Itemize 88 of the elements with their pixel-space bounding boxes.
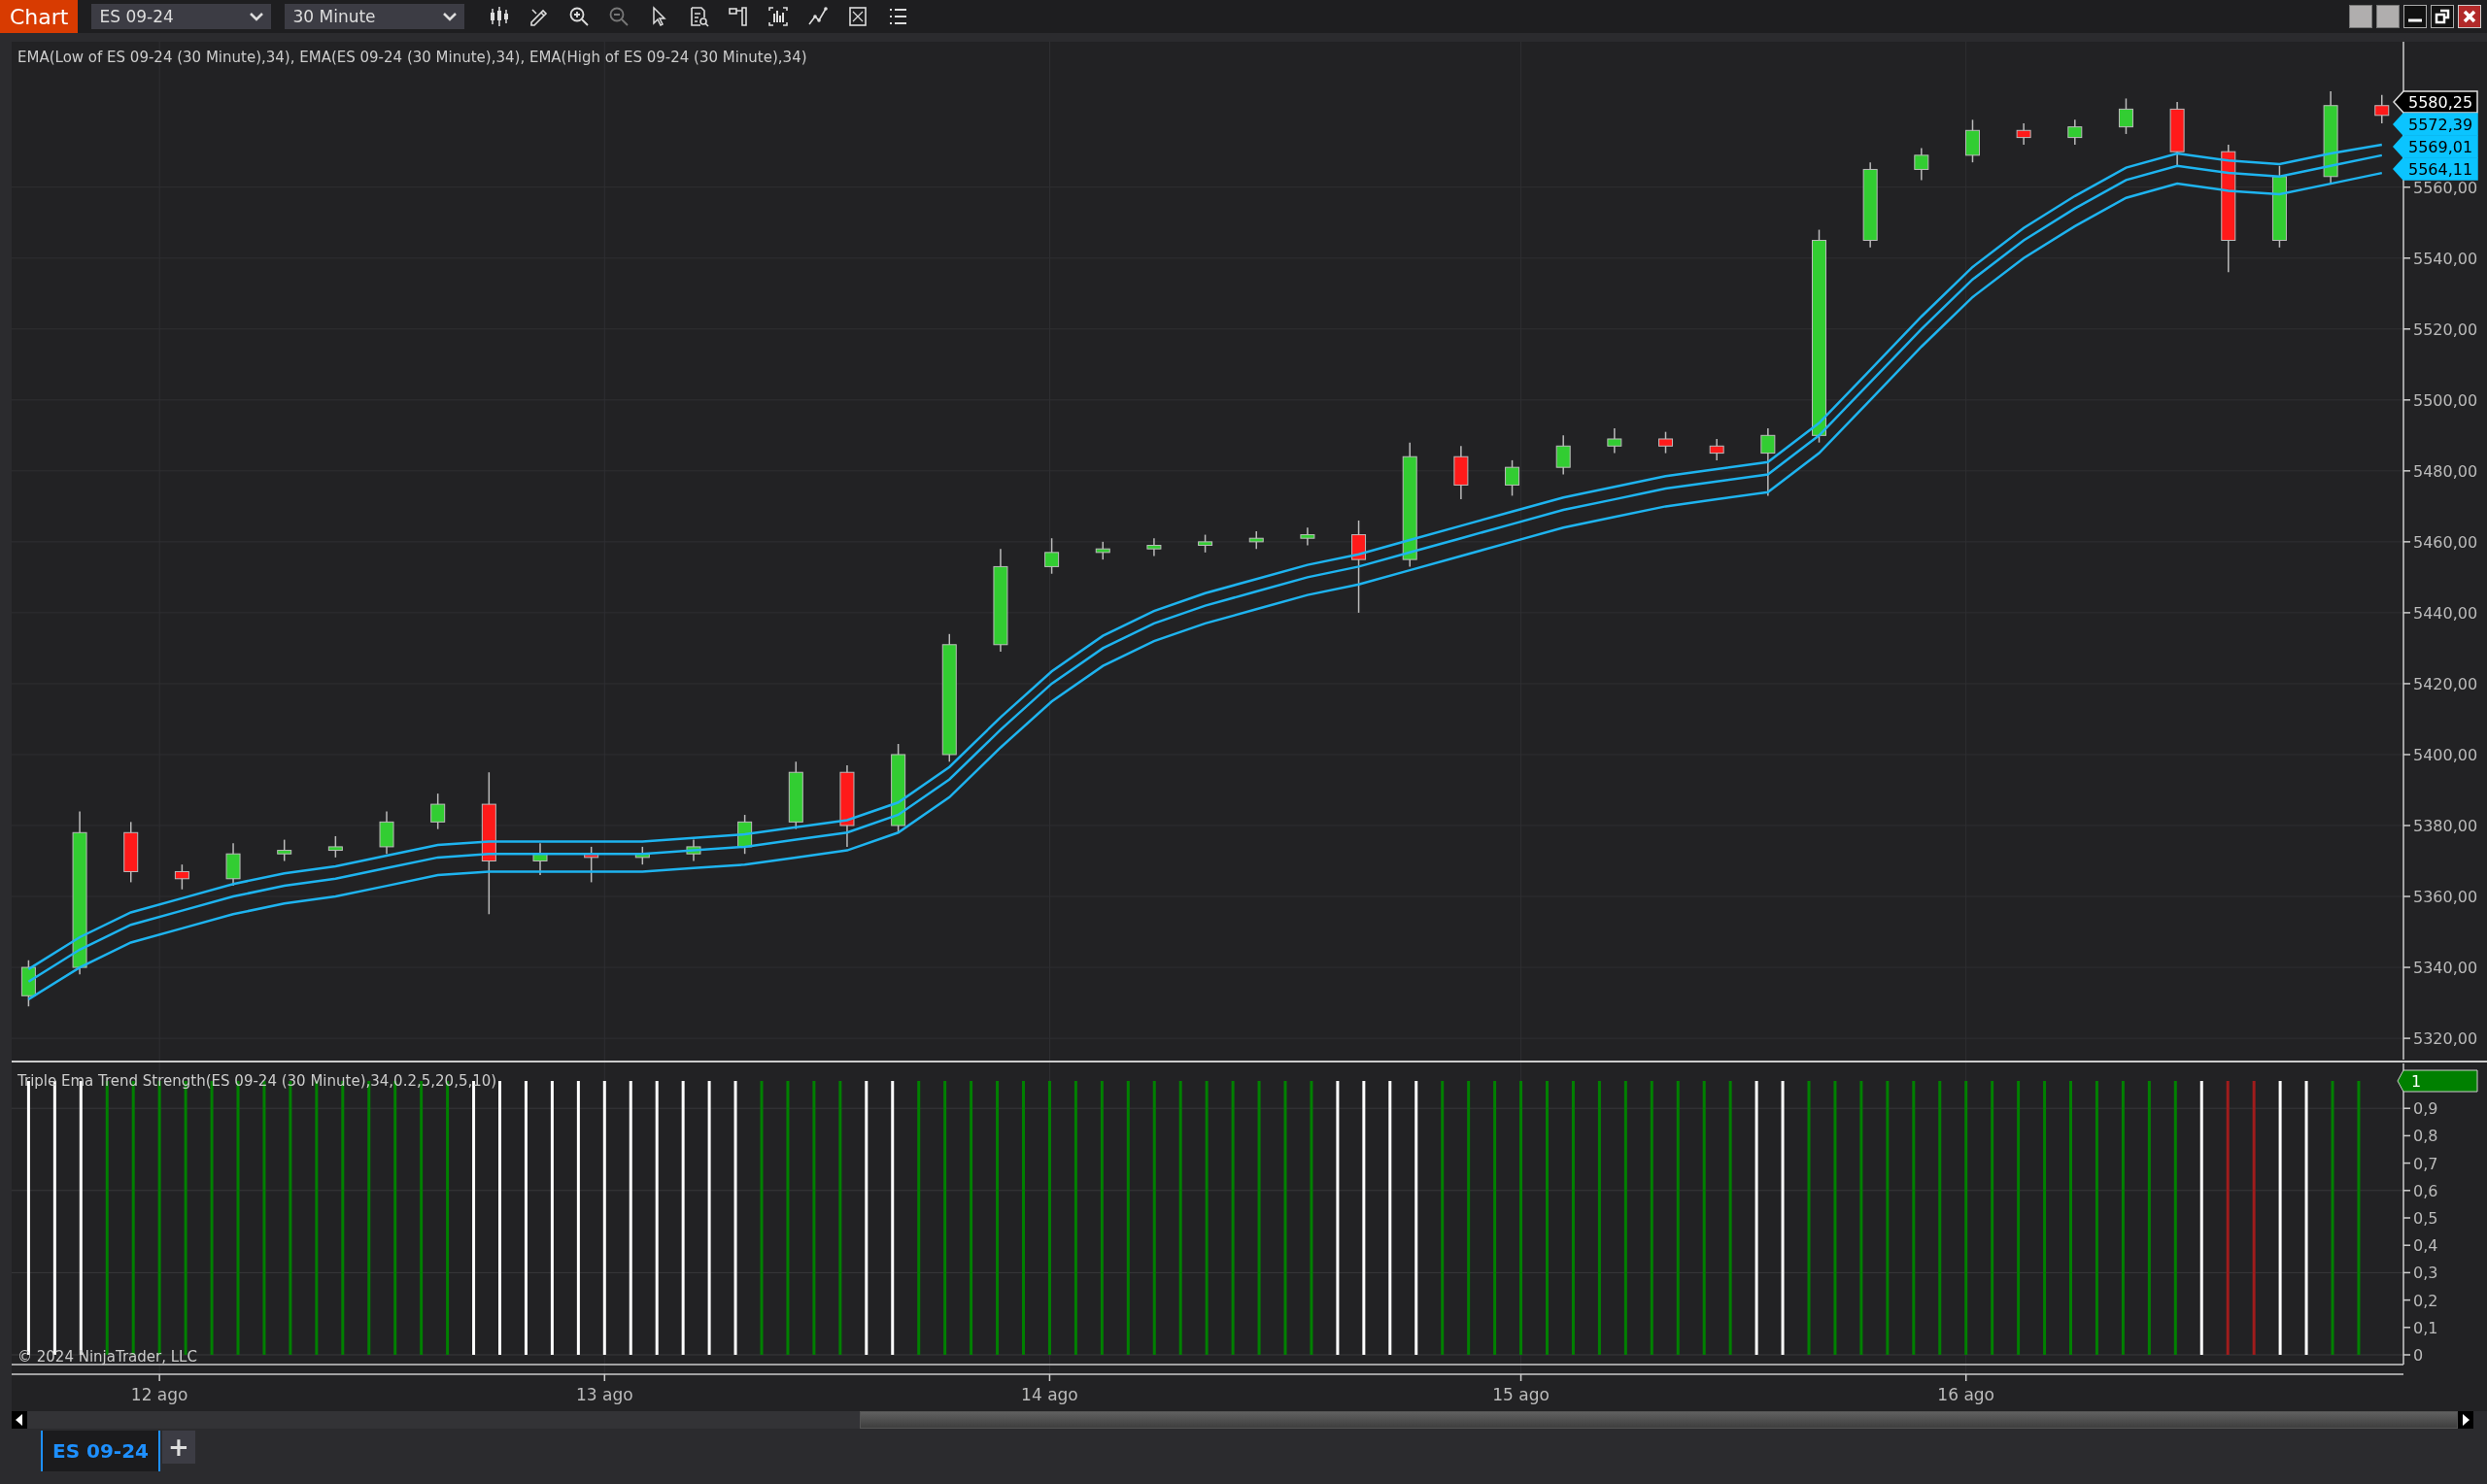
- candlestick: [788, 760, 803, 830]
- candlestick: [430, 793, 446, 830]
- price-axis-label: 5360,00: [2413, 888, 2478, 907]
- candlestick: [379, 810, 394, 855]
- bar-chart-icon[interactable]: [767, 5, 791, 28]
- candlestick: [1658, 430, 1673, 455]
- indicator-marker: 1: [2397, 1069, 2478, 1093]
- candlestick: [532, 842, 548, 876]
- minimize-button[interactable]: [2403, 5, 2427, 28]
- right-arrow-icon[interactable]: [2462, 1414, 2470, 1426]
- price-axis-label: 5480,00: [2413, 461, 2478, 481]
- indicator-axis-label: 0,3: [2413, 1264, 2438, 1283]
- indicator-axis-label: 0,8: [2413, 1127, 2438, 1146]
- chart-tab[interactable]: ES 09-24: [41, 1431, 160, 1471]
- candlestick: [2067, 118, 2083, 146]
- minimize-icon: [2408, 18, 2422, 22]
- price-axis-label: 5440,00: [2413, 603, 2478, 623]
- indicator-axis-label: 0,2: [2413, 1291, 2438, 1310]
- candlestick: [686, 838, 701, 862]
- candlestick: [123, 821, 139, 884]
- indicator-axis-label: 0,9: [2413, 1099, 2438, 1119]
- candlestick: [1505, 459, 1520, 497]
- price-axis-label: 5540,00: [2413, 249, 2478, 268]
- price-marker: 5580,25: [2393, 90, 2478, 114]
- restore-button[interactable]: [2431, 5, 2454, 28]
- candlestick: [1914, 147, 1929, 182]
- candlestick: [20, 960, 36, 1007]
- price-axis-label: 5340,00: [2413, 959, 2478, 978]
- candlestick: [277, 838, 292, 862]
- candlestick: [1453, 445, 1469, 500]
- instrument-dropdown[interactable]: ES 09-24: [91, 4, 272, 29]
- candlestick: [2016, 122, 2031, 146]
- indicator-axis-label: 0,7: [2413, 1154, 2438, 1173]
- candlestick: [327, 835, 343, 859]
- indicator-axis-label: 0: [2413, 1346, 2424, 1365]
- caret-icon: [250, 12, 264, 21]
- scrollbar-thumb[interactable]: [860, 1411, 2458, 1429]
- candlestick: [174, 863, 189, 891]
- candlestick: [1198, 533, 1213, 554]
- price-axis-label: 5520,00: [2413, 320, 2478, 339]
- price-axis-label: 5500,00: [2413, 390, 2478, 410]
- time-axis-label: 13 ago: [575, 1385, 633, 1404]
- candlestick: [1607, 427, 1622, 455]
- indicator-axis-label: 0,6: [2413, 1181, 2438, 1200]
- close-icon: [2462, 9, 2477, 24]
- candlestick: [1965, 118, 1980, 163]
- chart-label: EMA(Low of ES 09-24 (30 Minute),34), EMA(ES 09-24 (30 Minute),34), EMA(High of ES 09-24 (30 Minute),34): [17, 49, 807, 66]
- time-axis-label: 14 ago: [1021, 1385, 1078, 1404]
- candlestick: [2169, 101, 2185, 167]
- candlestick: [634, 846, 650, 865]
- price-axis-label: 5400,00: [2413, 745, 2478, 764]
- price-axis-label: 5460,00: [2413, 532, 2478, 552]
- price-marker: 5569,01: [2393, 135, 2478, 158]
- caret-icon: [443, 12, 458, 21]
- restore-icon: [2435, 9, 2450, 24]
- indicator-label: Triple Ema Trend Strength(ES 09-24 (30 Minute),34,0.2,5,20,5,10): [17, 1072, 497, 1090]
- window-title: Chart: [0, 0, 79, 33]
- horizontal-scrollbar[interactable]: [12, 1411, 2473, 1429]
- candlestick: [1095, 541, 1110, 560]
- price-axis-label: 5380,00: [2413, 817, 2478, 835]
- left-arrow-icon[interactable]: [16, 1414, 23, 1426]
- price-axis-label: 5320,00: [2413, 1029, 2478, 1049]
- indicator-axis-label: 0,5: [2413, 1209, 2438, 1228]
- candlestick: [1709, 438, 1724, 461]
- price-marker: 5564,11: [2393, 157, 2478, 181]
- candlestick: [1044, 537, 1060, 575]
- copyright-text: © 2024 NinjaTrader, LLC: [17, 1348, 197, 1366]
- candlestick: [2374, 94, 2390, 124]
- indicator-axis-label: 0,1: [2413, 1318, 2438, 1337]
- time-axis-label: 16 ago: [1937, 1385, 1995, 1404]
- candlestick: [1555, 434, 1571, 476]
- indicator-axis-label: 0,4: [2413, 1236, 2438, 1256]
- add-tab-button[interactable]: +: [162, 1431, 195, 1464]
- price-marker: 5572,39: [2393, 113, 2478, 136]
- close-button[interactable]: [2458, 5, 2481, 28]
- candlestick: [225, 842, 241, 887]
- price-axis-label: 5560,00: [2413, 178, 2478, 197]
- candlestick: [1248, 530, 1264, 550]
- time-axis-label: 15 ago: [1492, 1385, 1550, 1404]
- price-axis-label: 5420,00: [2413, 674, 2478, 693]
- candlestick: [737, 814, 753, 855]
- candlestick: [584, 846, 599, 884]
- candlestick: [1760, 427, 1776, 497]
- candlestick: [1146, 537, 1162, 557]
- candlestick: [1300, 526, 1315, 547]
- interval-dropdown[interactable]: 30 Minute: [285, 4, 465, 29]
- time-axis-label: 12 ago: [130, 1385, 188, 1404]
- candlestick: [2118, 97, 2133, 135]
